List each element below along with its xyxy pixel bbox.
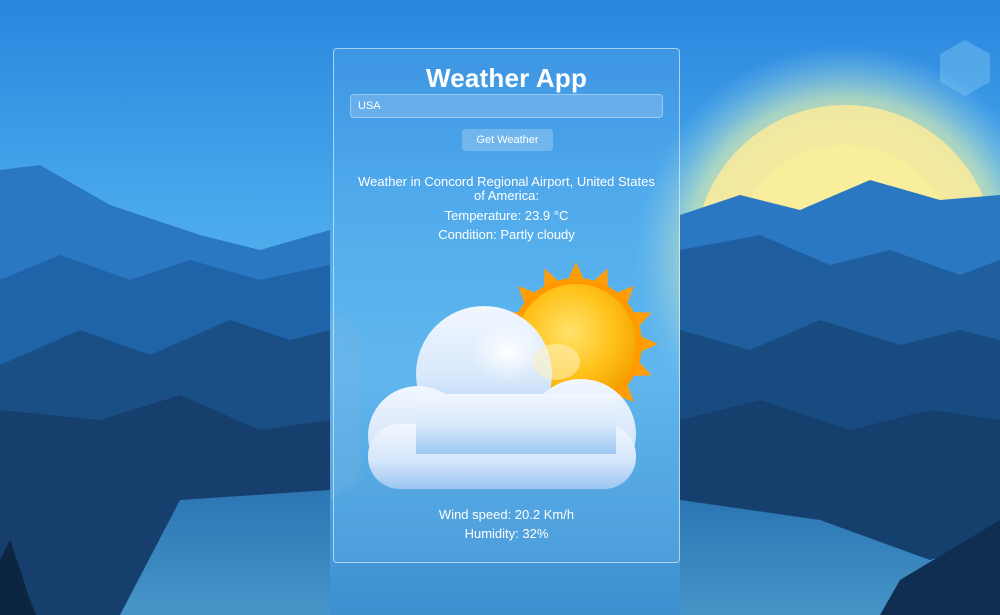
app-title: Weather App — [425, 63, 588, 93]
wind-speed-text: Wind speed: 20.2 Km/h — [438, 507, 575, 522]
temperature-text: Temperature: 23.9 °C — [444, 208, 569, 223]
location-search-input[interactable] — [350, 94, 663, 118]
weather-location-text: Weather in Concord Regional Airport, Uni… — [358, 174, 655, 203]
condition-text: Condition: Partly cloudy — [438, 227, 575, 242]
get-weather-button[interactable]: Get Weather — [462, 129, 553, 151]
weather-card: Weather App Get Weather Weather in Conco… — [333, 48, 680, 563]
humidity-text: Humidity: 32% — [464, 526, 549, 541]
partly-cloudy-icon — [356, 254, 666, 499]
